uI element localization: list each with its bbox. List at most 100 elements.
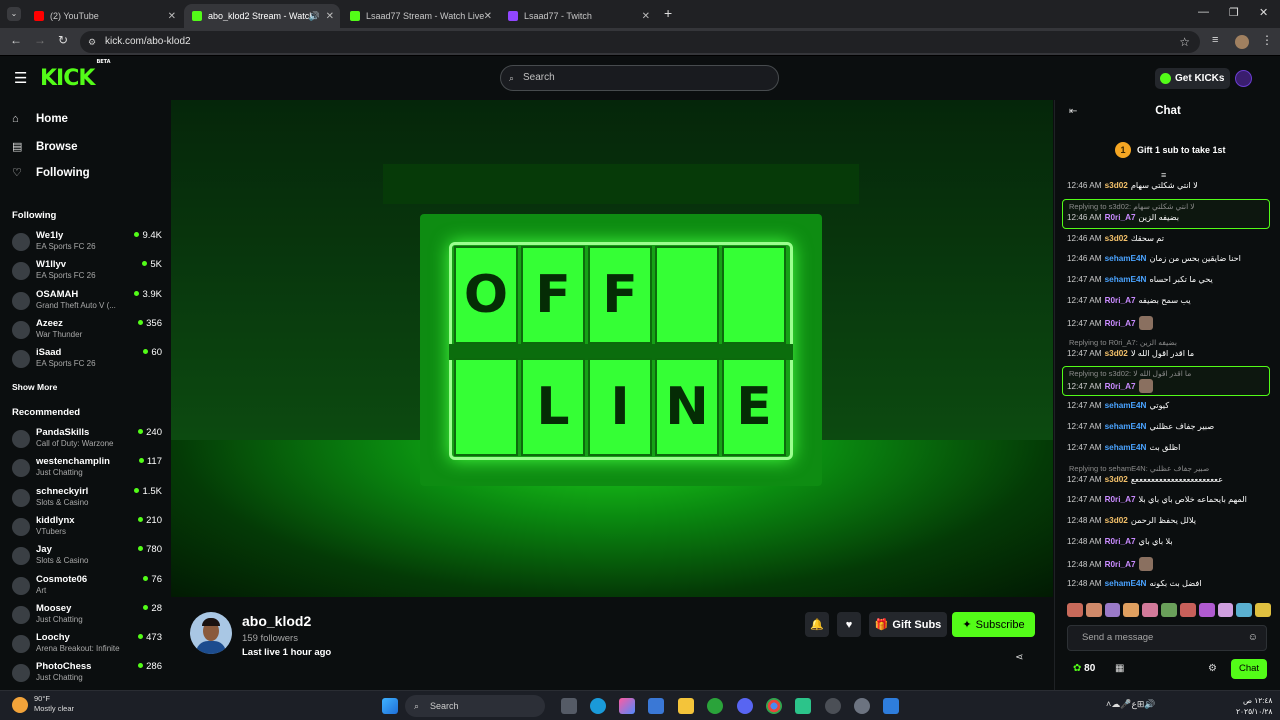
nav-home[interactable]: ⌂ Home <box>12 113 68 125</box>
sidebar-channel[interactable]: schneckyirl Slots & Casino 1.5K <box>12 486 162 512</box>
chat-username[interactable]: sehamE4N <box>1105 275 1147 284</box>
chat-username[interactable]: s3d02 <box>1105 181 1128 190</box>
chat-username[interactable]: s3d02 <box>1105 234 1128 243</box>
subscribe-button[interactable]: ✦ Subscribe <box>952 612 1035 637</box>
system-tray[interactable]: ˄☁🎤ع⊞🔊 <box>1106 699 1156 710</box>
chat-message[interactable]: 12:48 AM sehamE4N افضل بث بكونه <box>1067 578 1275 588</box>
chat-message[interactable]: 12:47 AM sehamE4N يحي ما تكبر احساه <box>1067 274 1275 284</box>
chat-message[interactable]: 12:47 AM sehamE4N اظلق بث <box>1067 442 1275 452</box>
chat-message[interactable]: 12:47 AM R0ri_A7 المهم بايحماعه خلاص باي ب… <box>1067 494 1275 504</box>
edge-icon[interactable] <box>590 698 606 714</box>
taskbar-clock[interactable]: ١٢:٤٨ ص ٢٠٢٥/١٠/٢٨ <box>1236 695 1272 717</box>
browser-tab-twitch[interactable]: Lsaad77 - Twitch ✕ <box>500 4 656 28</box>
emote-icon[interactable] <box>1085 603 1102 617</box>
chat-username[interactable]: s3d02 <box>1105 516 1128 525</box>
app-icon[interactable] <box>825 698 841 714</box>
xbox-icon[interactable] <box>707 698 723 714</box>
emote-icon[interactable] <box>1217 603 1234 617</box>
chat-message[interactable]: 12:47 AM sehamE4N كيوتي <box>1067 400 1275 410</box>
browser-tab-kick-lsaad77[interactable]: Lsaad77 Stream - Watch Live o ✕ <box>342 4 498 28</box>
chat-username[interactable]: R0ri_A7 <box>1105 296 1136 305</box>
sidebar-channel[interactable]: W1llyv EA Sports FC 26 5K <box>12 259 162 285</box>
chat-username[interactable]: R0ri_A7 <box>1105 537 1136 546</box>
chat-username[interactable]: R0ri_A7 <box>1105 319 1136 328</box>
sidebar-channel[interactable]: Azeez War Thunder 356 <box>12 318 162 344</box>
sidebar-channel[interactable]: Loochy Arena Breakout: Infinite 473 <box>12 632 162 658</box>
chat-username[interactable]: R0ri_A7 <box>1105 495 1136 504</box>
emote-icon[interactable] <box>1067 603 1083 617</box>
weather-icon[interactable] <box>12 697 28 713</box>
url-field[interactable]: ⚙ kick.com/abo-klod2 ☆ <box>80 31 1200 53</box>
pinned-toggle-icon[interactable]: ≡ <box>1161 170 1166 180</box>
gift-subs-button[interactable]: 🎁 Gift Subs <box>869 612 947 637</box>
emoji-icon[interactable]: ☺ <box>1248 626 1258 650</box>
user-avatar[interactable] <box>1235 70 1252 87</box>
emote-store-icon[interactable]: ▦ <box>1115 663 1124 674</box>
browser-tab-kick-abo-klod2[interactable]: abo_klod2 Stream - Watch 🔊 ✕ <box>184 4 340 28</box>
chat-username[interactable]: sehamE4N <box>1105 579 1147 588</box>
sidebar-channel[interactable]: Moosey Just Chatting 28 <box>12 603 162 629</box>
get-kicks-button[interactable]: Get KICKs <box>1155 68 1231 89</box>
emote-icon[interactable] <box>1255 603 1271 617</box>
chat-send-button[interactable]: Chat <box>1231 659 1267 679</box>
chat-message-input[interactable]: Send a message ☺ <box>1067 625 1267 651</box>
channel-avatar[interactable] <box>190 612 232 654</box>
sidebar-channel[interactable]: PandaSkills Call of Duty: Warzone 240 <box>12 427 162 453</box>
chat-message[interactable]: 12:47 AM R0ri_A7 <box>1067 315 1275 330</box>
profile-avatar[interactable] <box>1235 35 1249 49</box>
search-input[interactable]: ⌕ Search <box>500 65 779 91</box>
chat-message[interactable]: 12:46 AM s3d02 لا انتي شكلتي سهام <box>1067 180 1275 190</box>
browser-menu-icon[interactable]: ⋮ <box>1261 33 1273 47</box>
kick-logo[interactable]: KICKBETA <box>40 59 111 91</box>
chat-settings-icon[interactable]: ⚙ <box>1208 663 1217 674</box>
weather-widget[interactable]: 90°F Mostly clear <box>34 694 74 714</box>
browser-tab-youtube[interactable]: (2) YouTube ✕ <box>26 4 182 28</box>
chat-message[interactable]: 12:47 AM s3d02 ما اقدر اقول الله لا <box>1067 348 1275 358</box>
emote-icon[interactable] <box>1104 603 1121 617</box>
site-info-icon[interactable]: ⚙ <box>88 31 96 53</box>
chat-username[interactable]: sehamE4N <box>1105 401 1147 410</box>
back-button[interactable]: ← <box>10 33 22 47</box>
windows-start-icon[interactable] <box>382 698 398 714</box>
settings-icon[interactable] <box>854 698 870 714</box>
hamburger-menu-icon[interactable]: ☰ <box>14 69 27 87</box>
chat-username[interactable]: R0ri_A7 <box>1105 382 1136 391</box>
chat-message[interactable]: 12:48 AM s3d02 يلالل يحفظ الرحمن <box>1067 515 1275 525</box>
chat-message[interactable]: 12:47 AM R0ri_A7 <box>1067 379 1275 394</box>
close-icon[interactable]: ✕ <box>642 11 650 22</box>
chat-message[interactable]: 12:47 AM R0ri_A7 يب سمح بضيفه <box>1067 295 1275 305</box>
close-icon[interactable]: ✕ <box>484 11 492 22</box>
window-close-button[interactable]: ✕ <box>1259 6 1268 19</box>
chat-message[interactable]: 12:48 AM R0ri_A7 <box>1067 556 1275 571</box>
sidebar-channel[interactable]: We1ly EA Sports FC 26 9.4K <box>12 230 162 256</box>
notification-bell-button[interactable]: 🔔 <box>805 612 829 637</box>
chat-username[interactable]: R0ri_A7 <box>1105 560 1136 569</box>
chat-username[interactable]: s3d02 <box>1105 349 1128 358</box>
chat-username[interactable]: sehamE4N <box>1105 254 1147 263</box>
copilot-icon[interactable] <box>619 698 635 714</box>
emote-icon[interactable] <box>1179 603 1196 617</box>
sidebar-channel[interactable]: iSaad EA Sports FC 26 60 <box>12 347 162 373</box>
chat-username[interactable]: sehamE4N <box>1105 422 1147 431</box>
share-icon[interactable]: ⋖ <box>1015 652 1023 663</box>
show-more-button[interactable]: Show More <box>12 382 57 392</box>
speaker-icon[interactable]: 🔊 <box>309 11 320 22</box>
emote-icon[interactable] <box>1123 603 1140 617</box>
sidebar-channel[interactable]: Cosmote06 Art 76 <box>12 574 162 600</box>
chat-username[interactable]: s3d02 <box>1105 475 1128 484</box>
task-view-icon[interactable] <box>561 698 577 714</box>
channel-name[interactable]: abo_klod2 <box>242 613 311 629</box>
tab-search-button[interactable]: ⌄ <box>7 7 21 21</box>
defender-icon[interactable] <box>883 698 899 714</box>
new-tab-button[interactable]: + <box>664 5 672 21</box>
taskbar-search[interactable]: ⌕ Search <box>405 695 545 717</box>
emote-icon[interactable] <box>1161 603 1177 617</box>
channel-points[interactable]: ✿ 80 <box>1073 663 1095 674</box>
chat-message[interactable]: 12:48 AM R0ri_A7 بلا باي باي <box>1067 536 1275 546</box>
file-explorer-icon[interactable] <box>678 698 694 714</box>
extensions-icon[interactable]: ≡ <box>1212 34 1218 46</box>
app-icon[interactable] <box>795 698 811 714</box>
chrome-icon[interactable] <box>766 698 782 714</box>
discord-icon[interactable] <box>737 698 753 714</box>
sidebar-channel[interactable]: PhotoChess Just Chatting 286 <box>12 661 162 687</box>
